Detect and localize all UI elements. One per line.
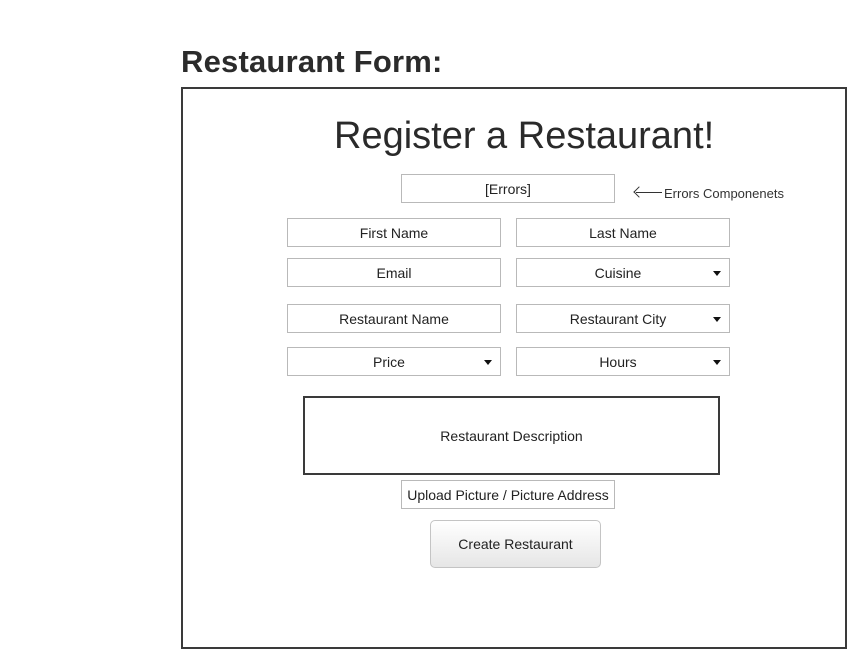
restaurant-description-textarea[interactable]: Restaurant Description <box>303 396 720 475</box>
errors-annotation-label: Errors Componenets <box>664 185 784 201</box>
first-name-input[interactable]: First Name <box>287 218 501 247</box>
hours-select[interactable]: Hours <box>516 347 730 376</box>
last-name-input[interactable]: Last Name <box>516 218 730 247</box>
errors-placeholder: [Errors] <box>485 180 531 197</box>
caret-down-icon <box>484 359 492 365</box>
hours-label: Hours <box>599 353 637 370</box>
upload-picture-input[interactable]: Upload Picture / Picture Address <box>401 480 615 509</box>
last-name-placeholder: Last Name <box>589 224 657 241</box>
arrow-left-icon <box>634 187 662 199</box>
form-heading: Register a Restaurant! <box>334 115 715 157</box>
caret-down-icon <box>713 270 721 276</box>
page: Restaurant Form: Register a Restaurant! … <box>0 0 850 652</box>
restaurant-city-select[interactable]: Restaurant City <box>516 304 730 333</box>
restaurant-description-placeholder: Restaurant Description <box>440 427 583 444</box>
upload-picture-placeholder: Upload Picture / Picture Address <box>407 486 609 503</box>
caret-down-icon <box>713 316 721 322</box>
restaurant-name-placeholder: Restaurant Name <box>339 310 449 327</box>
errors-box: [Errors] <box>401 174 615 203</box>
price-label: Price <box>373 353 405 370</box>
cuisine-label: Cuisine <box>594 264 642 281</box>
email-placeholder: Email <box>376 264 412 281</box>
restaurant-city-label: Restaurant City <box>569 310 667 327</box>
cuisine-select[interactable]: Cuisine <box>516 258 730 287</box>
create-restaurant-button[interactable]: Create Restaurant <box>430 520 601 568</box>
restaurant-name-input[interactable]: Restaurant Name <box>287 304 501 333</box>
errors-annotation: Errors Componenets <box>634 183 784 203</box>
email-input[interactable]: Email <box>287 258 501 287</box>
first-name-placeholder: First Name <box>359 224 429 241</box>
price-select[interactable]: Price <box>287 347 501 376</box>
page-title: Restaurant Form: <box>181 44 443 79</box>
caret-down-icon <box>713 359 721 365</box>
